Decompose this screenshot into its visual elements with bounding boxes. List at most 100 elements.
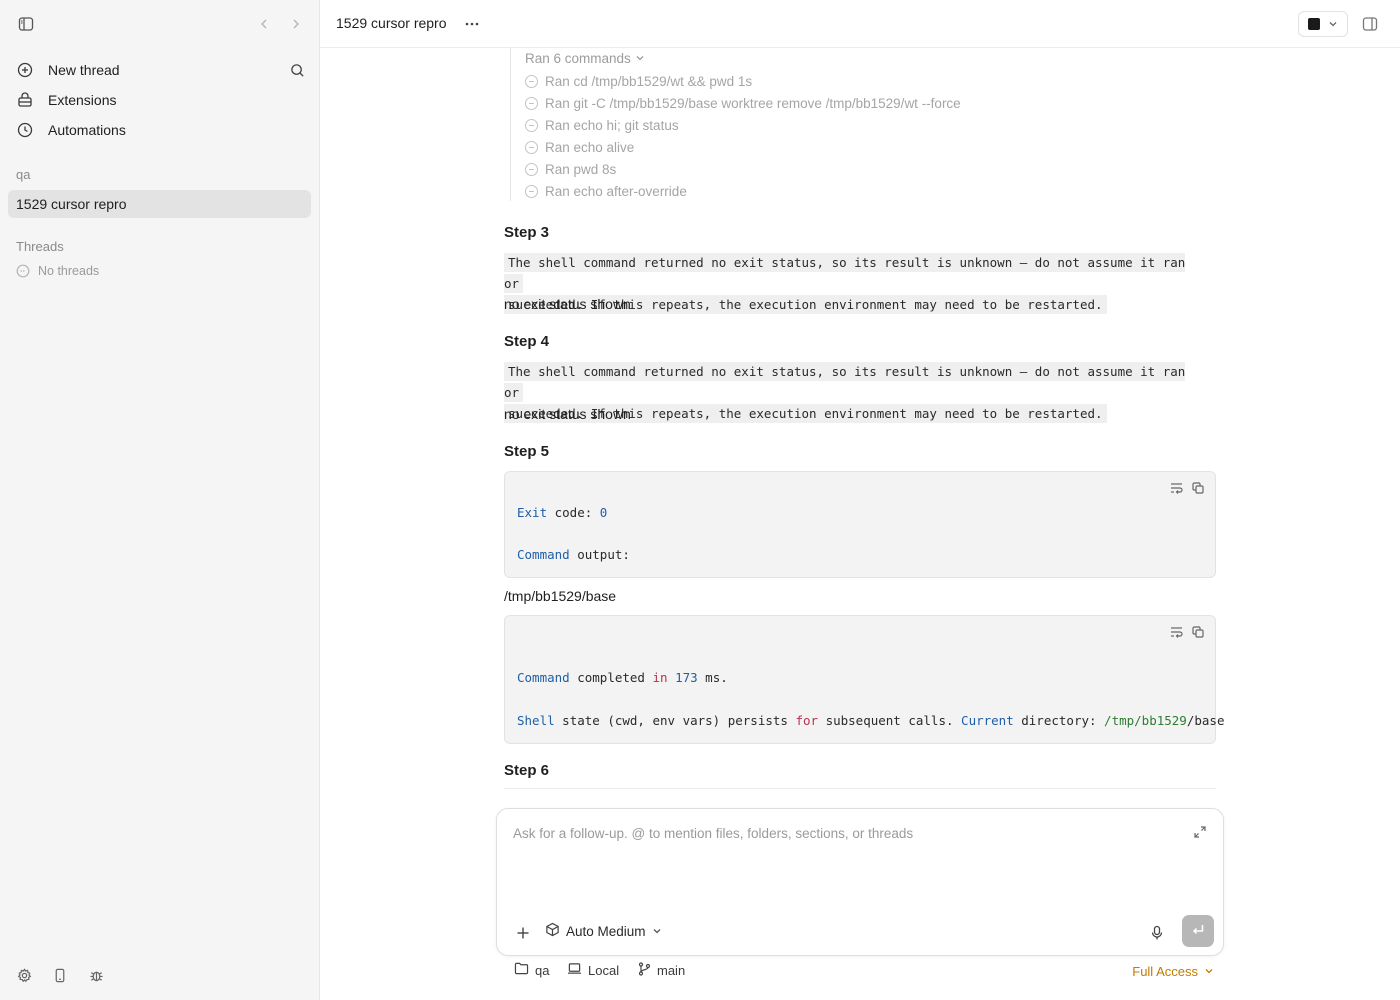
command-status-icon bbox=[525, 96, 538, 110]
automations-button[interactable]: Automations bbox=[8, 116, 311, 144]
commands-summary-label: Ran 6 commands bbox=[525, 51, 631, 66]
step-heading: Step 4 bbox=[504, 333, 550, 350]
follow-up-input[interactable] bbox=[513, 823, 1153, 843]
command-text: Ran echo alive bbox=[545, 139, 635, 155]
code-line: Shell state (cwd, env vars) persists for… bbox=[517, 713, 1225, 728]
plus-circle-icon bbox=[16, 61, 34, 79]
command-text: Ran echo hi; git status bbox=[545, 117, 679, 133]
add-attachment-icon[interactable] bbox=[511, 921, 535, 945]
code-line: Command output: bbox=[517, 547, 630, 562]
mobile-device-icon[interactable] bbox=[48, 963, 72, 987]
composer: Auto Medium bbox=[496, 808, 1224, 956]
command-row[interactable]: Ran git -C /tmp/bb1529/base worktree rem… bbox=[525, 94, 961, 112]
search-icon[interactable] bbox=[285, 58, 309, 82]
step-heading: Step 5 bbox=[504, 443, 550, 460]
extensions-icon bbox=[16, 91, 34, 109]
send-button[interactable] bbox=[1182, 915, 1214, 947]
workspace-section-label[interactable]: qa bbox=[16, 167, 30, 182]
command-text: Ran git -C /tmp/bb1529/base worktree rem… bbox=[545, 95, 961, 111]
forward-arrow-icon[interactable] bbox=[284, 12, 308, 36]
step-note: no exit status shown bbox=[504, 406, 631, 422]
content-scroll-edge bbox=[504, 788, 1216, 796]
access-level-selector[interactable]: Full Access bbox=[1132, 964, 1214, 979]
command-row[interactable]: Ran echo after-override bbox=[525, 182, 687, 200]
no-threads-text: No threads bbox=[38, 264, 100, 278]
environment-label: Local bbox=[588, 962, 620, 978]
toggle-right-panel-icon[interactable] bbox=[1358, 12, 1382, 36]
expand-composer-icon[interactable] bbox=[1193, 825, 1207, 839]
composer-footer: qa Local main Full Access bbox=[514, 962, 1214, 982]
no-threads-placeholder: No threads bbox=[16, 264, 99, 278]
command-status-icon bbox=[525, 74, 538, 88]
more-options-icon[interactable] bbox=[460, 12, 484, 36]
agent-logo-icon bbox=[1308, 18, 1320, 30]
branch-label: main bbox=[657, 963, 686, 978]
output-path: /tmp/bb1529/base bbox=[504, 588, 617, 604]
nav-label: Automations bbox=[48, 122, 126, 138]
code-line: Exit code: 0 bbox=[517, 505, 608, 520]
command-row[interactable]: Ran cd /tmp/bb1529/wt && pwd 1s bbox=[525, 72, 752, 90]
step-heading: Step 3 bbox=[504, 224, 550, 241]
commands-summary-toggle[interactable]: Ran 6 commands bbox=[525, 51, 645, 66]
command-text: Ran pwd 8s bbox=[545, 161, 617, 177]
chevron-down-icon bbox=[1204, 964, 1214, 979]
code-block-tools bbox=[1169, 481, 1205, 495]
settings-gear-icon[interactable] bbox=[12, 963, 36, 987]
copy-icon[interactable] bbox=[1191, 625, 1205, 639]
command-status-icon bbox=[525, 140, 538, 154]
command-status-icon bbox=[525, 162, 538, 176]
agent-selector-button[interactable] bbox=[1298, 11, 1348, 37]
chevron-down-icon bbox=[1328, 16, 1338, 32]
empty-chat-icon bbox=[16, 264, 30, 278]
commands-group: Ran 6 commands Ran cd /tmp/bb1529/wt && … bbox=[510, 48, 1210, 201]
wrap-text-icon[interactable] bbox=[1169, 625, 1183, 639]
step-heading: Step 6 bbox=[504, 762, 550, 779]
step-note: no exit status shown bbox=[504, 296, 631, 312]
threads-section-label: Threads bbox=[16, 239, 64, 254]
chevron-down-icon bbox=[652, 924, 662, 939]
model-label: Auto Medium bbox=[566, 923, 646, 939]
nav-label: Extensions bbox=[48, 92, 117, 108]
laptop-icon bbox=[567, 962, 582, 978]
microphone-icon[interactable] bbox=[1145, 921, 1169, 945]
bug-report-icon[interactable] bbox=[84, 963, 108, 987]
branch-selector[interactable]: main bbox=[638, 962, 685, 979]
folder-label: qa bbox=[535, 962, 550, 978]
warning-line: The shell command returned no exit statu… bbox=[504, 253, 1186, 293]
sidebar-footer bbox=[14, 964, 134, 986]
command-status-icon bbox=[525, 184, 538, 198]
thread-header: 1529 cursor repro bbox=[320, 0, 1400, 48]
send-arrow-icon bbox=[1191, 923, 1205, 940]
command-row[interactable]: Ran echo alive bbox=[525, 138, 634, 156]
copy-icon[interactable] bbox=[1191, 481, 1205, 495]
access-label: Full Access bbox=[1132, 964, 1198, 979]
thread-item-active[interactable]: 1529 cursor repro bbox=[8, 190, 311, 218]
folder-selector[interactable]: qa bbox=[514, 962, 549, 978]
folder-icon bbox=[514, 962, 529, 978]
code-block: Command completed in 173 ms. Shell state… bbox=[504, 615, 1224, 744]
thread-title[interactable]: 1529 cursor repro bbox=[336, 15, 447, 31]
command-row[interactable]: Ran pwd 8s bbox=[525, 160, 616, 178]
command-row[interactable]: Ran echo hi; git status bbox=[525, 116, 679, 134]
sidebar: New thread Extensions Automations qa 152… bbox=[0, 0, 320, 1000]
code-line: Command completed in 173 ms. bbox=[517, 670, 728, 685]
nav-label: New thread bbox=[48, 62, 120, 78]
command-text: Ran echo after-override bbox=[545, 183, 687, 199]
new-thread-button[interactable]: New thread bbox=[8, 56, 311, 84]
wrap-text-icon[interactable] bbox=[1169, 481, 1183, 495]
clock-icon bbox=[16, 121, 34, 139]
command-status-icon bbox=[525, 118, 538, 132]
cube-icon bbox=[545, 922, 560, 940]
sidebar-toolbar bbox=[14, 12, 305, 36]
chevron-down-icon bbox=[635, 51, 645, 66]
code-block-tools bbox=[1169, 625, 1205, 639]
warning-line: The shell command returned no exit statu… bbox=[504, 362, 1186, 402]
code-block: Exit code: 0 Command output: bbox=[504, 471, 1216, 578]
extensions-button[interactable]: Extensions bbox=[8, 86, 311, 114]
command-text: Ran cd /tmp/bb1529/wt && pwd 1s bbox=[545, 73, 753, 89]
environment-selector[interactable]: Local bbox=[567, 962, 619, 978]
git-branch-icon bbox=[638, 962, 651, 979]
toggle-sidebar-icon[interactable] bbox=[14, 12, 38, 36]
back-arrow-icon[interactable] bbox=[252, 12, 276, 36]
model-selector[interactable]: Auto Medium bbox=[545, 922, 662, 940]
